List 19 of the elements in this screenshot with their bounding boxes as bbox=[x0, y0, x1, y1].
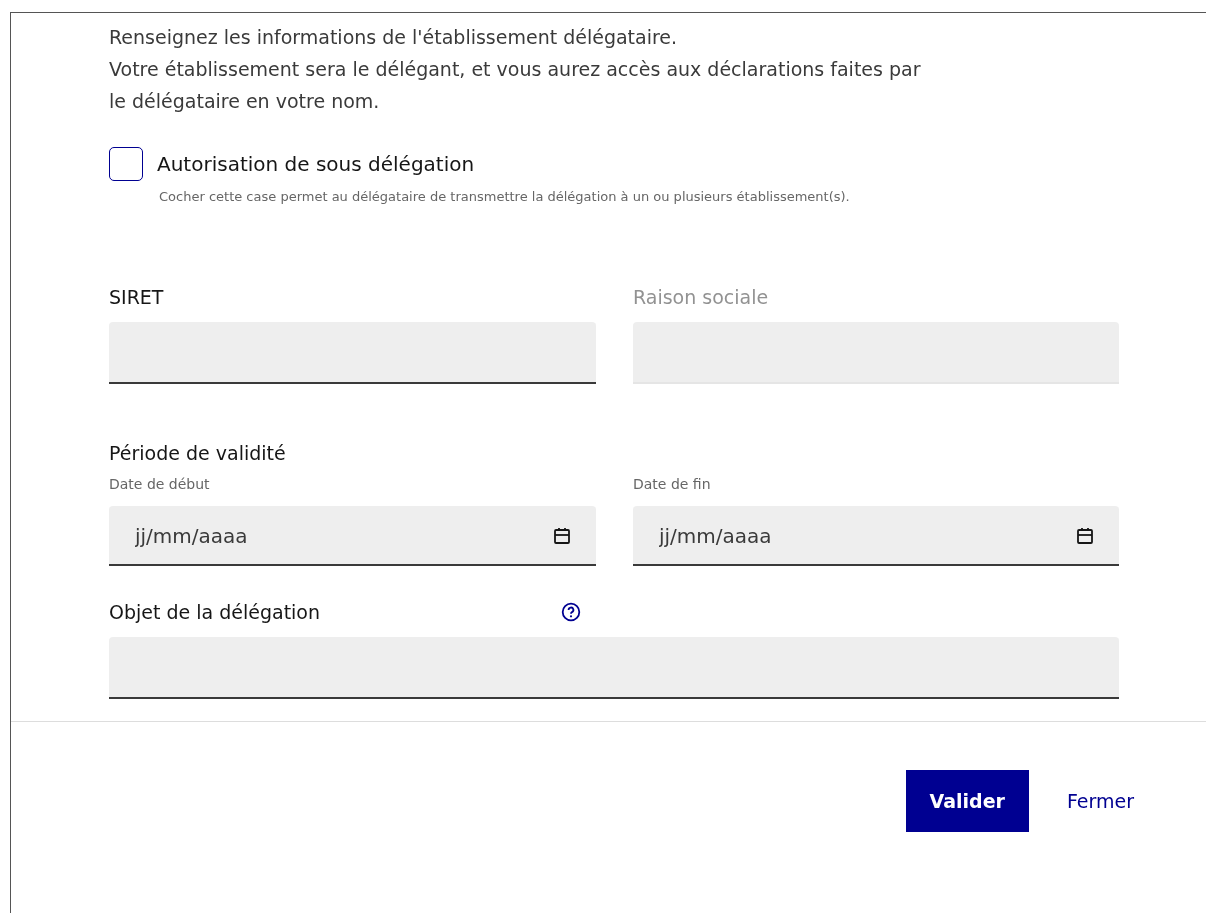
intro-text: Renseignez les informations de l'établissement délégataire. Votre établissement sera le délégant, et vous aurez accès aux déclarations faites par le délégataire en votre nom. bbox=[109, 25, 922, 114]
checkbox-hint: Cocher cette case permet au délégataire de transmettre la délégation à un ou plusieurs établissement(s). bbox=[159, 189, 851, 204]
field-label: Raison sociale bbox=[633, 286, 770, 308]
field-hint: Date de fin bbox=[633, 476, 712, 492]
text-field[interactable] bbox=[109, 637, 1119, 699]
date-field[interactable]: jj/mm/aaaa bbox=[633, 506, 1119, 566]
field-label: Objet de la délégation bbox=[109, 601, 322, 623]
text-field[interactable] bbox=[109, 322, 596, 384]
checkbox-label: Autorisation de sous délégation bbox=[157, 152, 475, 176]
checkbox[interactable] bbox=[109, 147, 143, 181]
section-label: Période de validité bbox=[109, 442, 287, 464]
calendar-icon[interactable] bbox=[552, 526, 572, 546]
field-hint: Date de début bbox=[109, 476, 211, 492]
field-label: SIRET bbox=[109, 286, 165, 308]
date-field[interactable]: jj/mm/aaaa bbox=[109, 506, 596, 566]
close-link[interactable]: Fermer bbox=[1056, 770, 1144, 832]
validate-button[interactable]: Valider bbox=[905, 770, 1029, 832]
help-icon[interactable] bbox=[561, 602, 581, 622]
calendar-icon[interactable] bbox=[1075, 526, 1095, 546]
